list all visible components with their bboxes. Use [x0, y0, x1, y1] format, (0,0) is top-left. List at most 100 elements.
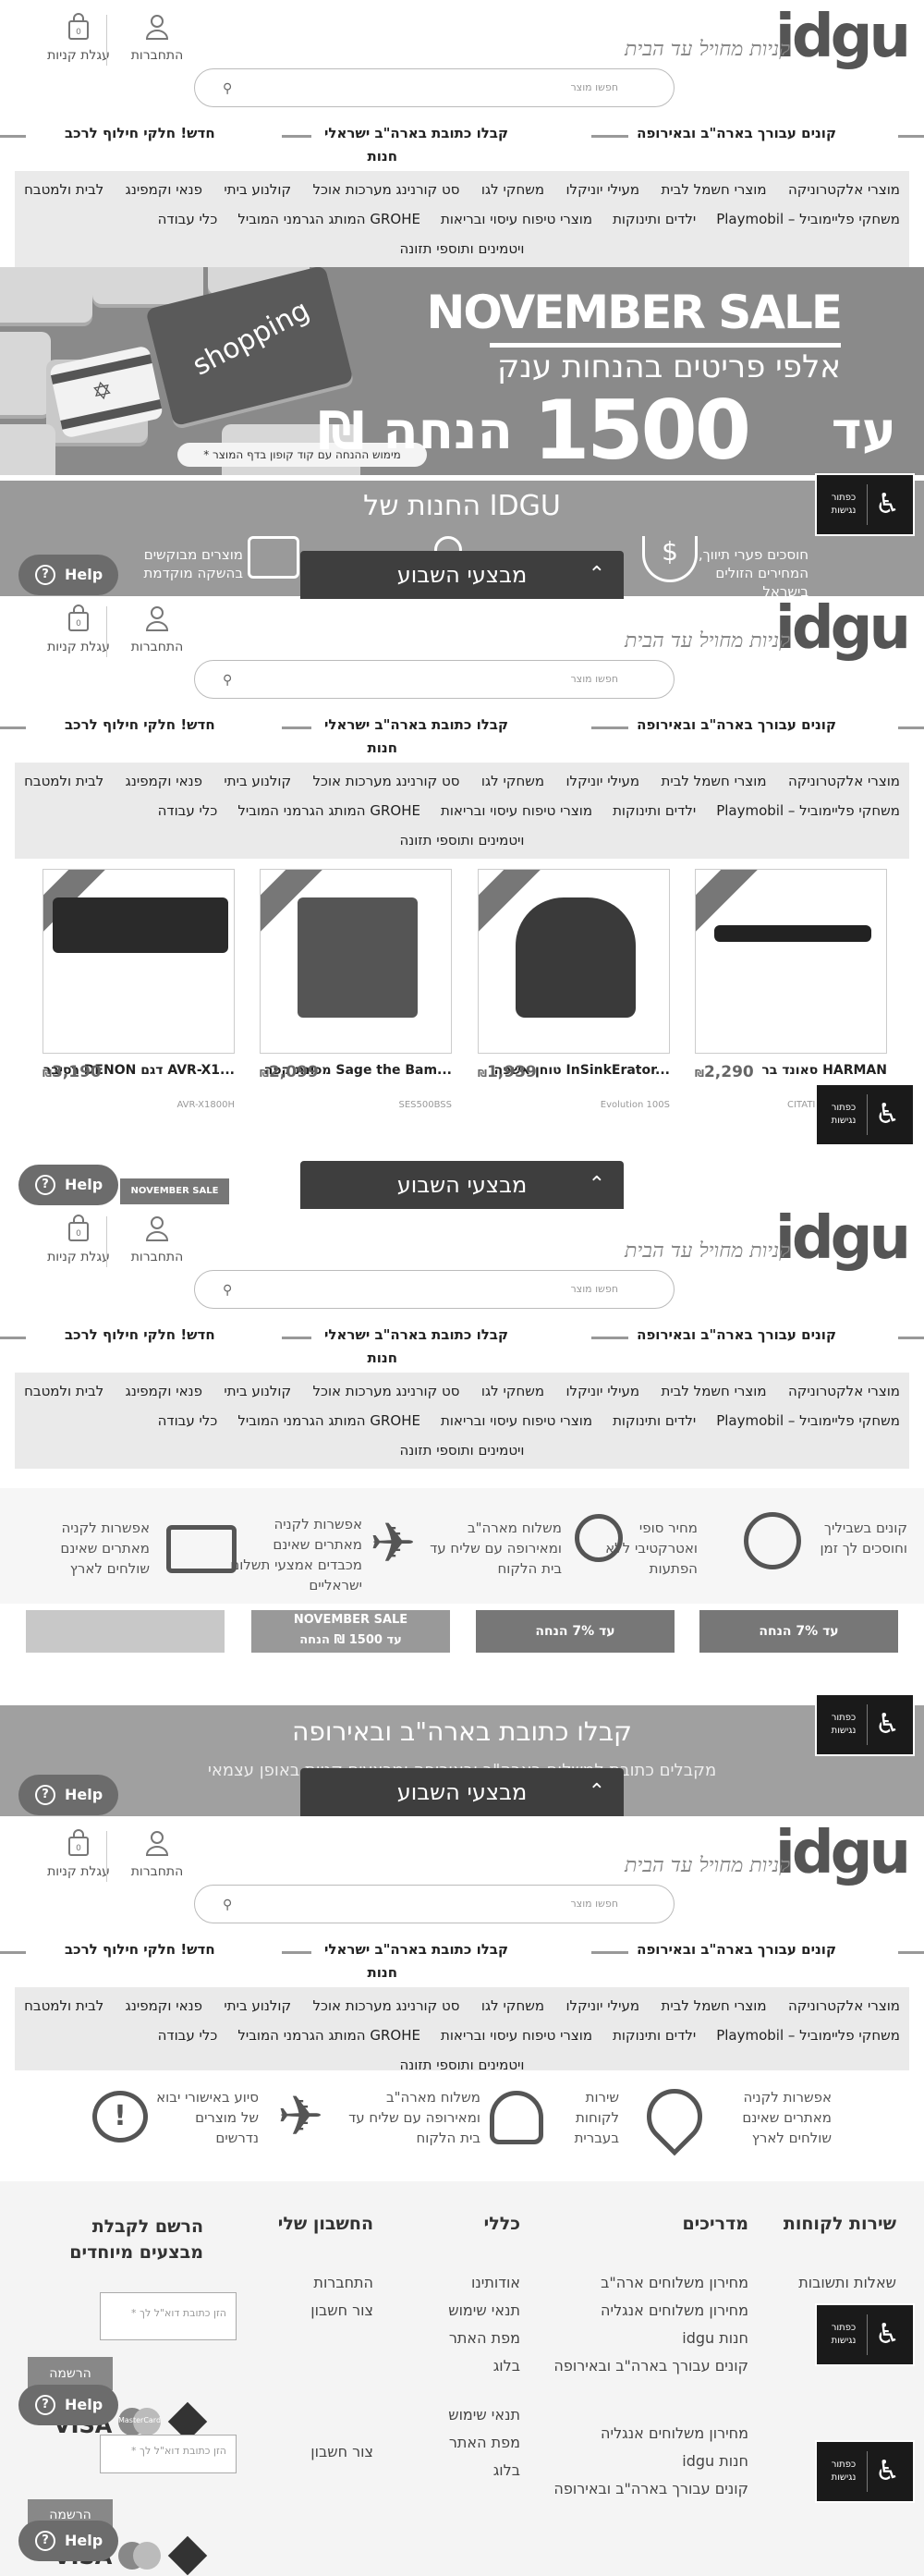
cart-link[interactable]: 0 עגלת קניות: [42, 1215, 116, 1264]
promo-us-address[interactable]: קבלו כתובת בארה"ב ישראלי: [323, 716, 508, 733]
nav-item[interactable]: ילדים ותינוקות: [613, 1406, 696, 1435]
chevron-up-icon[interactable]: ⌃: [589, 1161, 605, 1209]
footer-link-guide[interactable]: מחירון משלוחים אנגליה: [553, 2420, 748, 2448]
site-logo[interactable]: idgu: [775, 7, 911, 67]
nav-item[interactable]: לבית ולמטבח: [24, 1991, 103, 2021]
nav-item[interactable]: מוצרי חשמל לבית: [661, 175, 766, 204]
nav-item[interactable]: משחקי לגו: [481, 1991, 544, 2021]
nav-item[interactable]: GROHE המותג הגרמני המוביל: [237, 796, 420, 825]
footer-link-account[interactable]: צור חשבון: [310, 2297, 373, 2325]
site-logo[interactable]: idgu: [775, 1209, 911, 1268]
search-icon[interactable]: ⚲: [223, 81, 232, 96]
product-card[interactable]: [260, 869, 452, 1054]
search-icon[interactable]: ⚲: [223, 1283, 232, 1298]
product-card[interactable]: [478, 869, 670, 1054]
nav-item[interactable]: כלי עבודה: [158, 796, 218, 825]
footer-link-faq[interactable]: שאלות ותשובות: [798, 2269, 896, 2297]
promo-car-parts[interactable]: חדש! חלקי חילוף לרכב: [65, 1941, 215, 1958]
nav-item[interactable]: קולנוע ביתי: [224, 766, 291, 796]
promo-store[interactable]: חנות: [368, 1349, 398, 1366]
footer-link-create-account[interactable]: צור חשבון: [310, 2438, 373, 2466]
promo-store[interactable]: חנות: [368, 1964, 398, 1981]
nav-item[interactable]: פנאי וקמפינג: [126, 1991, 202, 2021]
login-link[interactable]: התחברות: [120, 604, 194, 654]
help-button[interactable]: ? Help: [18, 2385, 118, 2425]
weekly-deals-bar[interactable]: מבצעי השבוע ⌃: [300, 1161, 624, 1209]
nav-item[interactable]: משחקי לגו: [481, 766, 544, 796]
banner-november[interactable]: NOVEMBER SALE עד 1500 ₪ הנחה: [251, 1610, 450, 1653]
footer-link-guide[interactable]: קונים עבורך בארה"ב ובאירופה: [553, 2475, 748, 2503]
banner-product[interactable]: [26, 1610, 225, 1653]
nav-item[interactable]: קולנוע ביתי: [224, 1376, 291, 1406]
product-card[interactable]: [43, 869, 235, 1054]
accessibility-button[interactable]: כפתור נגישות ♿: [815, 2303, 915, 2366]
nav-item[interactable]: GROHE המותג הגרמני המוביל: [237, 204, 420, 234]
promo-buy-for-you[interactable]: קונים עבורך בארה"ב ובאירופה: [637, 716, 836, 733]
footer-link-general[interactable]: תנאי שימוש: [448, 2297, 520, 2325]
nav-item[interactable]: כלי עבודה: [158, 2021, 218, 2050]
email-input-2[interactable]: * הזן כתובת דוא"ל לך: [100, 2435, 237, 2473]
login-link[interactable]: התחברות: [120, 1215, 194, 1264]
nav-item[interactable]: מעילי יוניקלו: [565, 766, 639, 796]
promo-car-parts[interactable]: חדש! חלקי חילוף לרכב: [65, 716, 215, 733]
nav-item[interactable]: ילדים ותינוקות: [613, 796, 696, 825]
search-icon[interactable]: ⚲: [223, 1898, 232, 1912]
banner-7pct-2[interactable]: עד 7% הנחה: [476, 1610, 675, 1653]
promo-store[interactable]: חנות: [368, 148, 398, 165]
weekly-deals-bar[interactable]: מבצעי השבוע ⌃: [300, 551, 624, 599]
nav-item[interactable]: משחקי פליימוביל – Playmobil: [716, 2021, 900, 2050]
promo-car-parts[interactable]: חדש! חלקי חילוף לרכב: [65, 1326, 215, 1343]
nav-item[interactable]: מוצרי טיפוח עיסוי ובריאות: [441, 204, 592, 234]
nav-item[interactable]: משחקי לגו: [481, 1376, 544, 1406]
search-input[interactable]: חפשו מוצר ⚲: [194, 660, 675, 699]
search-icon[interactable]: ⚲: [223, 673, 232, 688]
help-button[interactable]: ? Help: [18, 1165, 118, 1205]
nav-item[interactable]: סט קורנינג מערכות אוכל: [313, 1376, 460, 1406]
nav-item[interactable]: מוצרי טיפוח עיסוי ובריאות: [441, 796, 592, 825]
footer-link-general[interactable]: מפת האתר: [448, 2429, 520, 2457]
nav-item[interactable]: GROHE המותג הגרמני המוביל: [237, 2021, 420, 2050]
accessibility-button[interactable]: כפתור נגישות ♿: [815, 1083, 915, 1146]
help-button[interactable]: ? Help: [18, 1775, 118, 1815]
nav-item-vitamins[interactable]: ויטמינים ותוספי תזונה: [400, 1435, 525, 1465]
promo-buy-for-you[interactable]: קונים עבורך בארה"ב ובאירופה: [637, 1326, 836, 1343]
nav-item[interactable]: פנאי וקמפינג: [126, 175, 202, 204]
accessibility-button[interactable]: כפתור נגישות ♿: [815, 2440, 915, 2503]
footer-link-guide[interactable]: קונים עבורך בארה"ב ובאירופה: [553, 2352, 748, 2380]
search-input[interactable]: חפשו מוצר ⚲: [194, 1885, 675, 1923]
footer-link-general[interactable]: בלוג: [448, 2352, 520, 2380]
help-button[interactable]: ? Help: [18, 2521, 118, 2561]
promo-us-address[interactable]: קבלו כתובת בארה"ב ישראלי: [323, 1941, 508, 1958]
promo-buy-for-you[interactable]: קונים עבורך בארה"ב ובאירופה: [637, 125, 836, 141]
nav-item[interactable]: מוצרי אלקטרוניקה: [788, 175, 900, 204]
nav-item[interactable]: GROHE המותג הגרמני המוביל: [237, 1406, 420, 1435]
accessibility-button[interactable]: כפתור נגישות ♿: [815, 473, 915, 536]
footer-link-account[interactable]: התחברות: [310, 2269, 373, 2297]
nav-item[interactable]: פנאי וקמפינג: [126, 766, 202, 796]
nav-item[interactable]: משחקי לגו: [481, 175, 544, 204]
cart-link[interactable]: 0 עגלת קניות: [42, 1829, 116, 1879]
search-input[interactable]: חפשו מוצר ⚲: [194, 68, 675, 107]
nav-item-vitamins[interactable]: ויטמינים ותוספי תזונה: [400, 825, 525, 855]
nav-item[interactable]: מוצרי חשמל לבית: [661, 1991, 766, 2021]
promo-car-parts[interactable]: חדש! חלקי חילוף לרכב: [65, 125, 215, 141]
promo-buy-for-you[interactable]: קונים עבורך בארה"ב ובאירופה: [637, 1941, 836, 1958]
search-input[interactable]: חפשו מוצר ⚲: [194, 1270, 675, 1309]
nav-item[interactable]: סט קורנינג מערכות אוכל: [313, 1991, 460, 2021]
email-input[interactable]: * הזן כתובת דוא"ל לך: [100, 2292, 237, 2340]
nav-item[interactable]: מעילי יוניקלו: [565, 1991, 639, 2021]
footer-link-guide[interactable]: idgu חנות: [553, 2325, 748, 2352]
nav-item[interactable]: מוצרי טיפוח עיסוי ובריאות: [441, 1406, 592, 1435]
nav-item[interactable]: קולנוע ביתי: [224, 175, 291, 204]
login-link[interactable]: התחברות: [120, 13, 194, 63]
nav-item[interactable]: סט קורנינג מערכות אוכל: [313, 766, 460, 796]
hero-banner[interactable]: shopping ✡ * מימוש ההנחה עם קוד קופון בד…: [0, 267, 924, 475]
footer-link-general[interactable]: אודותינו: [448, 2269, 520, 2297]
nav-item[interactable]: משחקי פליימוביל – Playmobil: [716, 796, 900, 825]
footer-link-guide[interactable]: מחירון משלוחים אנגליה: [553, 2297, 748, 2325]
nav-item[interactable]: מעילי יוניקלו: [565, 175, 639, 204]
footer-link-guide[interactable]: מחירון משלוחים ארה"ב: [553, 2269, 748, 2297]
nav-item[interactable]: משחקי פליימוביל – Playmobil: [716, 204, 900, 234]
nav-item[interactable]: לבית ולמטבח: [24, 766, 103, 796]
nav-item[interactable]: כלי עבודה: [158, 1406, 218, 1435]
